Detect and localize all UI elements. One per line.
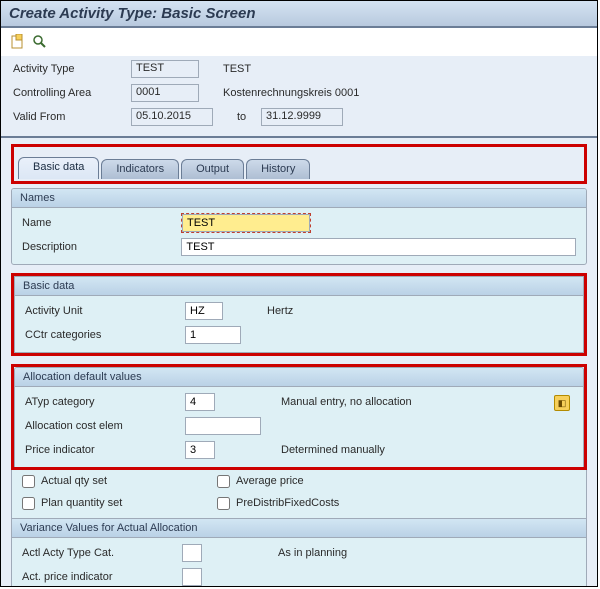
valid-to-field: 31.12.9999	[261, 108, 343, 126]
toolbar	[1, 28, 597, 56]
tab-history[interactable]: History	[246, 159, 310, 179]
atyp-category-input[interactable]	[185, 393, 215, 411]
activity-type-label: Activity Type	[13, 63, 131, 75]
activity-unit-desc: Hertz	[223, 305, 293, 317]
variance-header: Variance Values for Actual Allocation	[12, 518, 586, 538]
plan-quantity-checkbox[interactable]	[22, 497, 35, 510]
price-indicator-input[interactable]	[185, 441, 215, 459]
activity-unit-input[interactable]	[185, 302, 223, 320]
average-price-checkbox[interactable]	[217, 475, 230, 488]
tab-output[interactable]: Output	[181, 159, 244, 179]
allocation-cost-label: Allocation cost elem	[25, 420, 185, 432]
atyp-category-desc: Manual entry, no allocation	[215, 396, 412, 408]
actl-acty-desc: As in planning	[202, 547, 347, 559]
actl-acty-label: Actl Acty Type Cat.	[22, 547, 182, 559]
group-names: Names Name Description	[11, 188, 587, 265]
atyp-category-label: ATyp category	[25, 396, 185, 408]
act-price-input[interactable]	[182, 568, 202, 586]
tab-basic-data[interactable]: Basic data	[18, 157, 99, 179]
name-input[interactable]	[182, 214, 310, 232]
group-allocation-lower: Actual qty set Average price Plan quanti…	[11, 470, 587, 587]
predistrib-checkbox[interactable]	[217, 497, 230, 510]
valid-from-label: Valid From	[13, 111, 131, 123]
highlight-basic-data: Basic data Activity Unit Hertz CCtr cate…	[11, 273, 587, 356]
activity-type-field: TEST	[131, 60, 199, 78]
search-icon[interactable]	[31, 33, 49, 51]
allocation-cost-input[interactable]	[185, 417, 261, 435]
actual-qty-checkbox[interactable]	[22, 475, 35, 488]
valid-from-field: 05.10.2015	[131, 108, 213, 126]
controlling-area-label: Controlling Area	[13, 87, 131, 99]
group-names-title: Names	[12, 189, 586, 208]
price-indicator-label: Price indicator	[25, 444, 185, 456]
description-input[interactable]	[181, 238, 576, 256]
header-fields: Activity Type TEST TEST Controlling Area…	[1, 56, 597, 138]
actl-acty-input[interactable]	[182, 544, 202, 562]
act-price-label: Act. price indicator	[22, 571, 182, 583]
group-basic-title: Basic data	[15, 277, 583, 296]
predistrib-label: PreDistribFixedCosts	[236, 497, 339, 509]
tab-strip: Basic data Indicators Output History	[11, 144, 587, 184]
activity-unit-label: Activity Unit	[25, 305, 185, 317]
new-icon[interactable]	[9, 33, 27, 51]
description-label: Description	[22, 241, 181, 253]
cctr-categories-input[interactable]	[185, 326, 241, 344]
controlling-area-desc: Kostenrechnungskreis 0001	[199, 87, 359, 99]
help-icon[interactable]: ◧	[554, 395, 570, 411]
actual-qty-label: Actual qty set	[41, 475, 107, 487]
tab-content: Names Name Description Basic data Activi…	[1, 184, 597, 587]
plan-quantity-label: Plan quantity set	[41, 497, 122, 509]
group-allocation-title: Allocation default values	[15, 368, 583, 387]
average-price-label: Average price	[236, 475, 304, 487]
window-title: Create Activity Type: Basic Screen	[1, 1, 597, 28]
controlling-area-field: 0001	[131, 84, 199, 102]
group-allocation: Allocation default values ATyp category …	[14, 367, 584, 467]
price-indicator-desc: Determined manually	[215, 444, 385, 456]
cctr-categories-label: CCtr categories	[25, 329, 185, 341]
tab-indicators[interactable]: Indicators	[101, 159, 179, 179]
name-label: Name	[22, 217, 182, 229]
group-basic-data: Basic data Activity Unit Hertz CCtr cate…	[14, 276, 584, 353]
activity-type-desc: TEST	[199, 63, 251, 75]
to-label: to	[213, 111, 261, 123]
highlight-allocation: Allocation default values ATyp category …	[11, 364, 587, 470]
